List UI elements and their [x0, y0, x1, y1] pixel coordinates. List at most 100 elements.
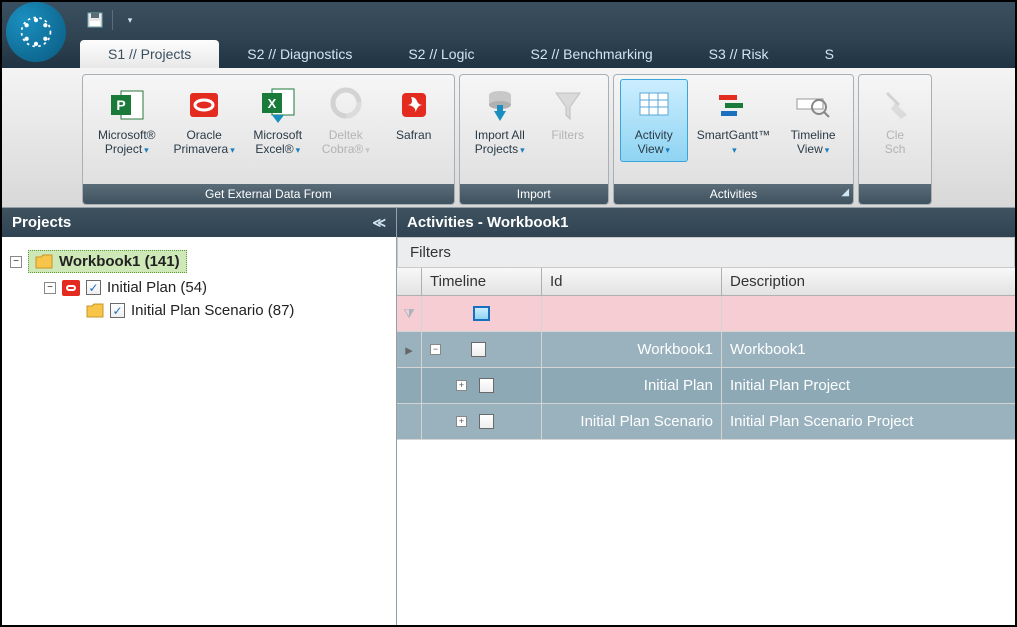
tree-collapse-icon[interactable]: −: [44, 282, 56, 294]
dropdown-arrow-icon: ▾: [732, 145, 737, 155]
tree-expand-icon[interactable]: +: [456, 416, 467, 427]
filters-button[interactable]: Filters: [534, 79, 602, 162]
app-menu-orb[interactable]: [6, 2, 66, 62]
database-import-icon: [479, 84, 521, 126]
tab-s2-benchmarking[interactable]: S2 // Benchmarking: [502, 40, 680, 68]
qat-dropdown-icon[interactable]: ▾: [121, 11, 139, 29]
checkbox-icon[interactable]: [479, 414, 494, 429]
checkbox-icon[interactable]: [471, 342, 486, 357]
collapse-panel-icon[interactable]: ≪: [372, 215, 386, 231]
label: Cobra®: [322, 142, 364, 156]
ribbon-group-activities: ActivityView▾ SmartGantt™▾ TimelineView▾…: [613, 74, 854, 205]
projects-panel: Projects ≪ − Workbook1 (141) − ✓ Initial…: [2, 208, 397, 625]
label: SmartGantt™: [697, 128, 770, 142]
group-label: Import: [460, 184, 608, 204]
svg-text:X: X: [267, 96, 276, 111]
grid-row[interactable]: + Initial Plan Scenario Initial Plan Sce…: [397, 404, 1015, 440]
cell-id: Workbook1: [541, 332, 721, 367]
import-all-projects-button[interactable]: Import AllProjects▾: [466, 79, 534, 162]
group-label: Activities◢: [614, 184, 853, 204]
ms-project-button[interactable]: P Microsoft®Project▾: [89, 79, 165, 162]
label: Primavera: [174, 142, 229, 156]
dropdown-arrow-icon: ▾: [665, 145, 670, 155]
ribbon-tabstrip: S1 // Projects S2 // Diagnostics S2 // L…: [2, 38, 1015, 68]
label: Import All: [475, 128, 525, 142]
label: Activity: [635, 128, 673, 142]
ms-project-icon: P: [106, 84, 148, 126]
ribbon-group-external-data: P Microsoft®Project▾ OraclePrimavera▾ X …: [82, 74, 455, 205]
timeline-view-button[interactable]: TimelineView▾: [779, 79, 847, 162]
separator: [112, 10, 113, 30]
checkbox-checked-icon[interactable]: ✓: [110, 303, 125, 318]
broom-icon: [874, 84, 916, 126]
oracle-icon: [62, 280, 80, 296]
tab-s3-risk[interactable]: S3 // Risk: [681, 40, 797, 68]
tab-s1-projects[interactable]: S1 // Projects: [80, 40, 219, 68]
quick-access-toolbar: ▾: [86, 10, 139, 30]
funnel-icon[interactable]: ⧩: [403, 306, 415, 322]
label: Microsoft: [253, 128, 302, 142]
label: Project: [105, 142, 142, 156]
save-icon[interactable]: [86, 11, 104, 29]
dialog-launcher-icon[interactable]: ◢: [841, 187, 849, 198]
column-description[interactable]: Description: [721, 268, 1015, 295]
deltek-cobra-button[interactable]: DeltekCobra®▾: [312, 79, 380, 162]
folder-icon: [86, 303, 104, 318]
cobra-icon: [325, 84, 367, 126]
tree-collapse-icon[interactable]: −: [10, 256, 22, 268]
panel-title: Projects: [12, 214, 71, 231]
label: Excel®: [255, 142, 293, 156]
app-logo-icon: [19, 15, 53, 49]
activities-panel: Activities - Workbook1 Filters Timeline …: [397, 208, 1015, 625]
oracle-icon: [183, 84, 225, 126]
tree-label: Initial Plan (54): [107, 279, 207, 296]
tab-cut[interactable]: S: [797, 40, 862, 68]
column-id[interactable]: Id: [541, 268, 721, 295]
label: Filters: [551, 128, 584, 142]
grid-row[interactable]: ▸ − Workbook1 Workbook1: [397, 332, 1015, 368]
dropdown-arrow-icon: ▾: [825, 145, 830, 155]
dropdown-arrow-icon: ▾: [230, 145, 235, 155]
cut-button[interactable]: CleSch: [865, 79, 925, 162]
label: Deltek: [329, 128, 363, 142]
tree-label: Workbook1 (141): [59, 253, 180, 270]
cell-id: Initial Plan: [541, 368, 721, 403]
cell-desc: Initial Plan Project: [721, 368, 1015, 403]
label: Oracle: [186, 128, 221, 142]
tab-s2-diagnostics[interactable]: S2 // Diagnostics: [219, 40, 380, 68]
dropdown-arrow-icon: ▾: [520, 145, 525, 155]
tree-row-workbook[interactable]: − Workbook1 (141): [10, 247, 388, 276]
label: View: [797, 142, 823, 156]
label: Cle: [886, 128, 904, 142]
filters-bar[interactable]: Filters: [397, 237, 1015, 268]
panel-title: Activities - Workbook1: [407, 214, 568, 231]
label: View: [638, 142, 664, 156]
activity-view-button[interactable]: ActivityView▾: [620, 79, 688, 162]
tab-s2-logic[interactable]: S2 // Logic: [380, 40, 502, 68]
grid-row[interactable]: + Initial Plan Initial Plan Project: [397, 368, 1015, 404]
group-label: [859, 184, 931, 204]
ms-excel-button[interactable]: X MicrosoftExcel®▾: [244, 79, 312, 162]
label: Projects: [475, 142, 518, 156]
ribbon-group-cut: CleSch: [858, 74, 932, 205]
excel-icon: X: [257, 84, 299, 126]
projects-panel-header: Projects ≪: [2, 208, 396, 237]
projects-tree: − Workbook1 (141) − ✓ Initial Plan (54) …: [2, 237, 396, 332]
ribbon-group-import: Import AllProjects▾ Filters Import: [459, 74, 609, 205]
tree-row-scenario[interactable]: ✓ Initial Plan Scenario (87): [10, 299, 388, 322]
timeline-filter-icon[interactable]: [473, 306, 490, 321]
tree-row-initial-plan[interactable]: − ✓ Initial Plan (54): [10, 276, 388, 299]
grid-filter-row[interactable]: ⧩: [397, 296, 1015, 332]
timeline-search-icon: [792, 84, 834, 126]
grid-view-icon: [633, 84, 675, 126]
column-timeline[interactable]: Timeline: [421, 268, 541, 295]
safran-button[interactable]: Safran: [380, 79, 448, 162]
folder-icon: [35, 254, 53, 269]
oracle-primavera-button[interactable]: OraclePrimavera▾: [165, 79, 244, 162]
row-marker-icon: ▸: [405, 341, 413, 359]
tree-expand-icon[interactable]: +: [456, 380, 467, 391]
checkbox-checked-icon[interactable]: ✓: [86, 280, 101, 295]
smartgantt-button[interactable]: SmartGantt™ ▾: [688, 79, 779, 162]
checkbox-icon[interactable]: [479, 378, 494, 393]
tree-collapse-icon[interactable]: −: [430, 344, 441, 355]
